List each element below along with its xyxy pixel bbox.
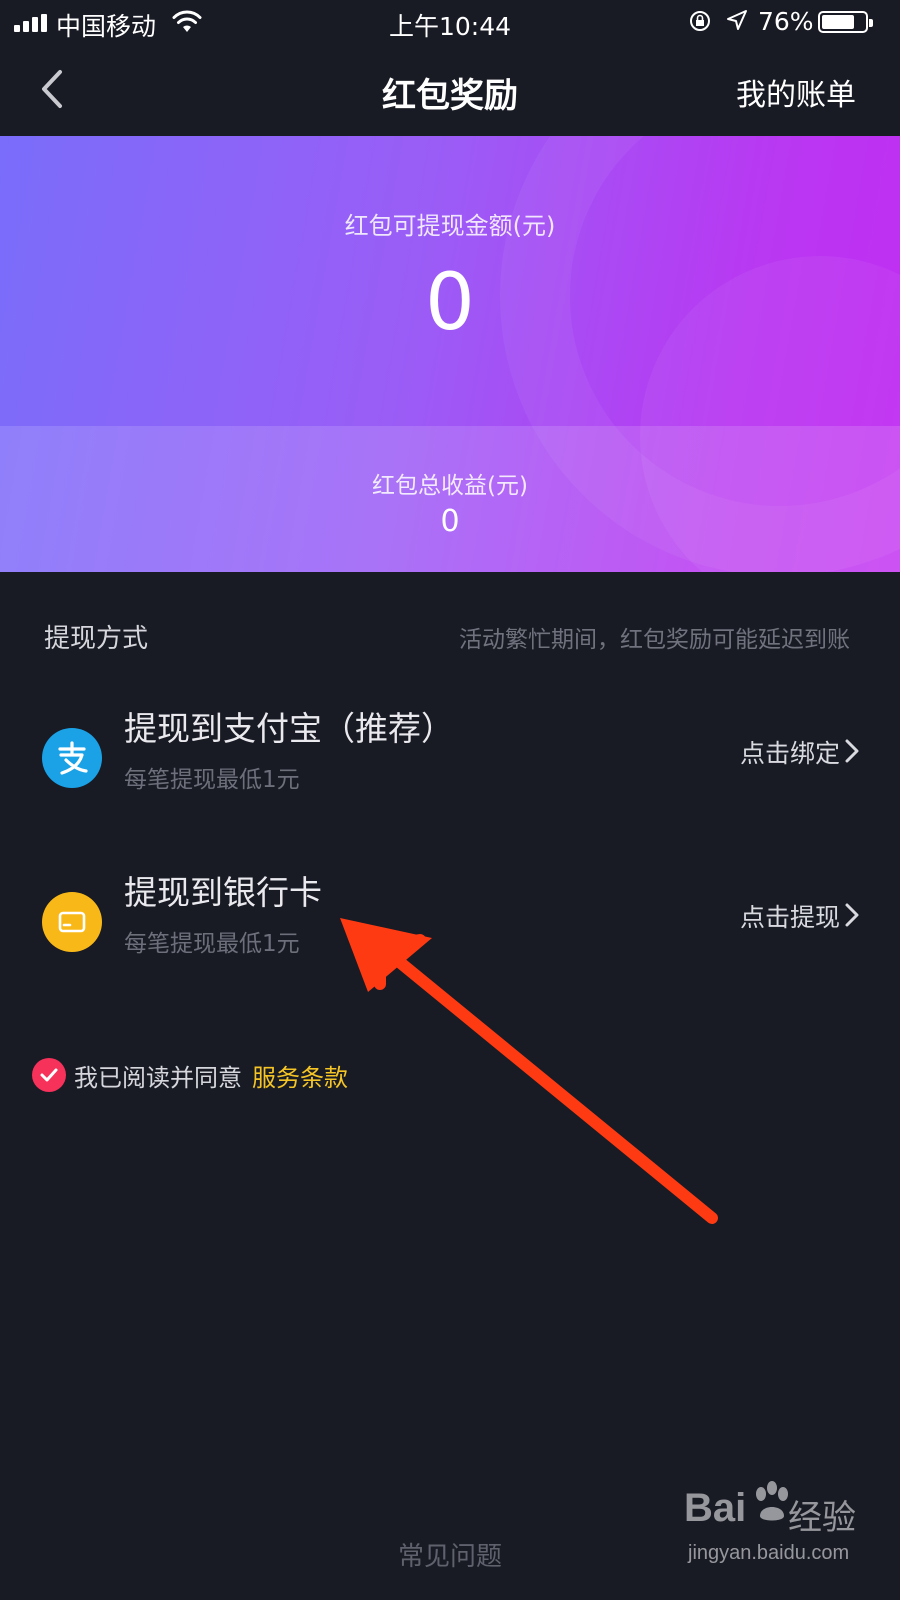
bind-button[interactable]: 点击绑定 — [740, 734, 840, 770]
withdraw-section-title: 提现方式 — [44, 624, 149, 654]
location-arrow-icon — [727, 10, 747, 30]
chevron-right-icon — [845, 739, 859, 763]
rotation-lock-icon — [690, 11, 710, 31]
checkmark-icon — [40, 1068, 58, 1082]
available-amount-value: 0 — [425, 258, 475, 348]
total-earnings-label: 红包总收益(元) — [372, 473, 528, 499]
withdraw-button[interactable]: 点击提现 — [740, 898, 840, 934]
available-amount-label: 红包可提现金额(元) — [344, 212, 556, 240]
withdraw-alipay-row[interactable]: 提现到支付宝（推荐） 每笔提现最低1元 点击绑定 — [0, 702, 900, 822]
method-title: 提现到银行卡 — [124, 873, 322, 912]
battery-icon — [818, 11, 873, 33]
balance-banner: 红包可提现金额(元) 0 红包总收益(元) 0 — [0, 136, 900, 572]
method-minimum: 每笔提现最低1元 — [124, 931, 300, 957]
annotation-arrow-icon — [340, 918, 718, 1224]
withdraw-delay-note: 活动繁忙期间，红包奖励可能延迟到账 — [459, 627, 850, 653]
total-earnings-value: 0 — [440, 504, 460, 539]
method-title: 提现到支付宝（推荐） — [124, 709, 454, 748]
watermark-brand-suffix: 经验 — [788, 1498, 856, 1538]
agreement-checkbox[interactable] — [32, 1058, 66, 1092]
baidu-jingyan-watermark: Bai 经验 jingyan.baidu.com — [684, 1468, 874, 1588]
chevron-right-icon — [845, 903, 859, 927]
bank-card-icon — [42, 892, 102, 952]
alipay-icon — [42, 728, 102, 788]
my-bill-button[interactable]: 我的账单 — [736, 70, 856, 114]
nav-bar: 红包奖励 我的账单 — [0, 44, 900, 136]
battery-percent: 76% — [758, 7, 814, 36]
status-bar: 中国移动 上午10:44 76% — [0, 0, 900, 44]
total-earnings-panel: 红包总收益(元) 0 — [0, 426, 900, 572]
method-minimum: 每笔提现最低1元 — [124, 767, 300, 793]
agreement-text: 我已阅读并同意 — [74, 1063, 242, 1092]
watermark-brand: Bai — [684, 1486, 747, 1530]
watermark-url: jingyan.baidu.com — [688, 1542, 850, 1564]
agreement-row: 我已阅读并同意 服务条款 — [32, 1058, 348, 1092]
paw-icon — [756, 1481, 788, 1521]
